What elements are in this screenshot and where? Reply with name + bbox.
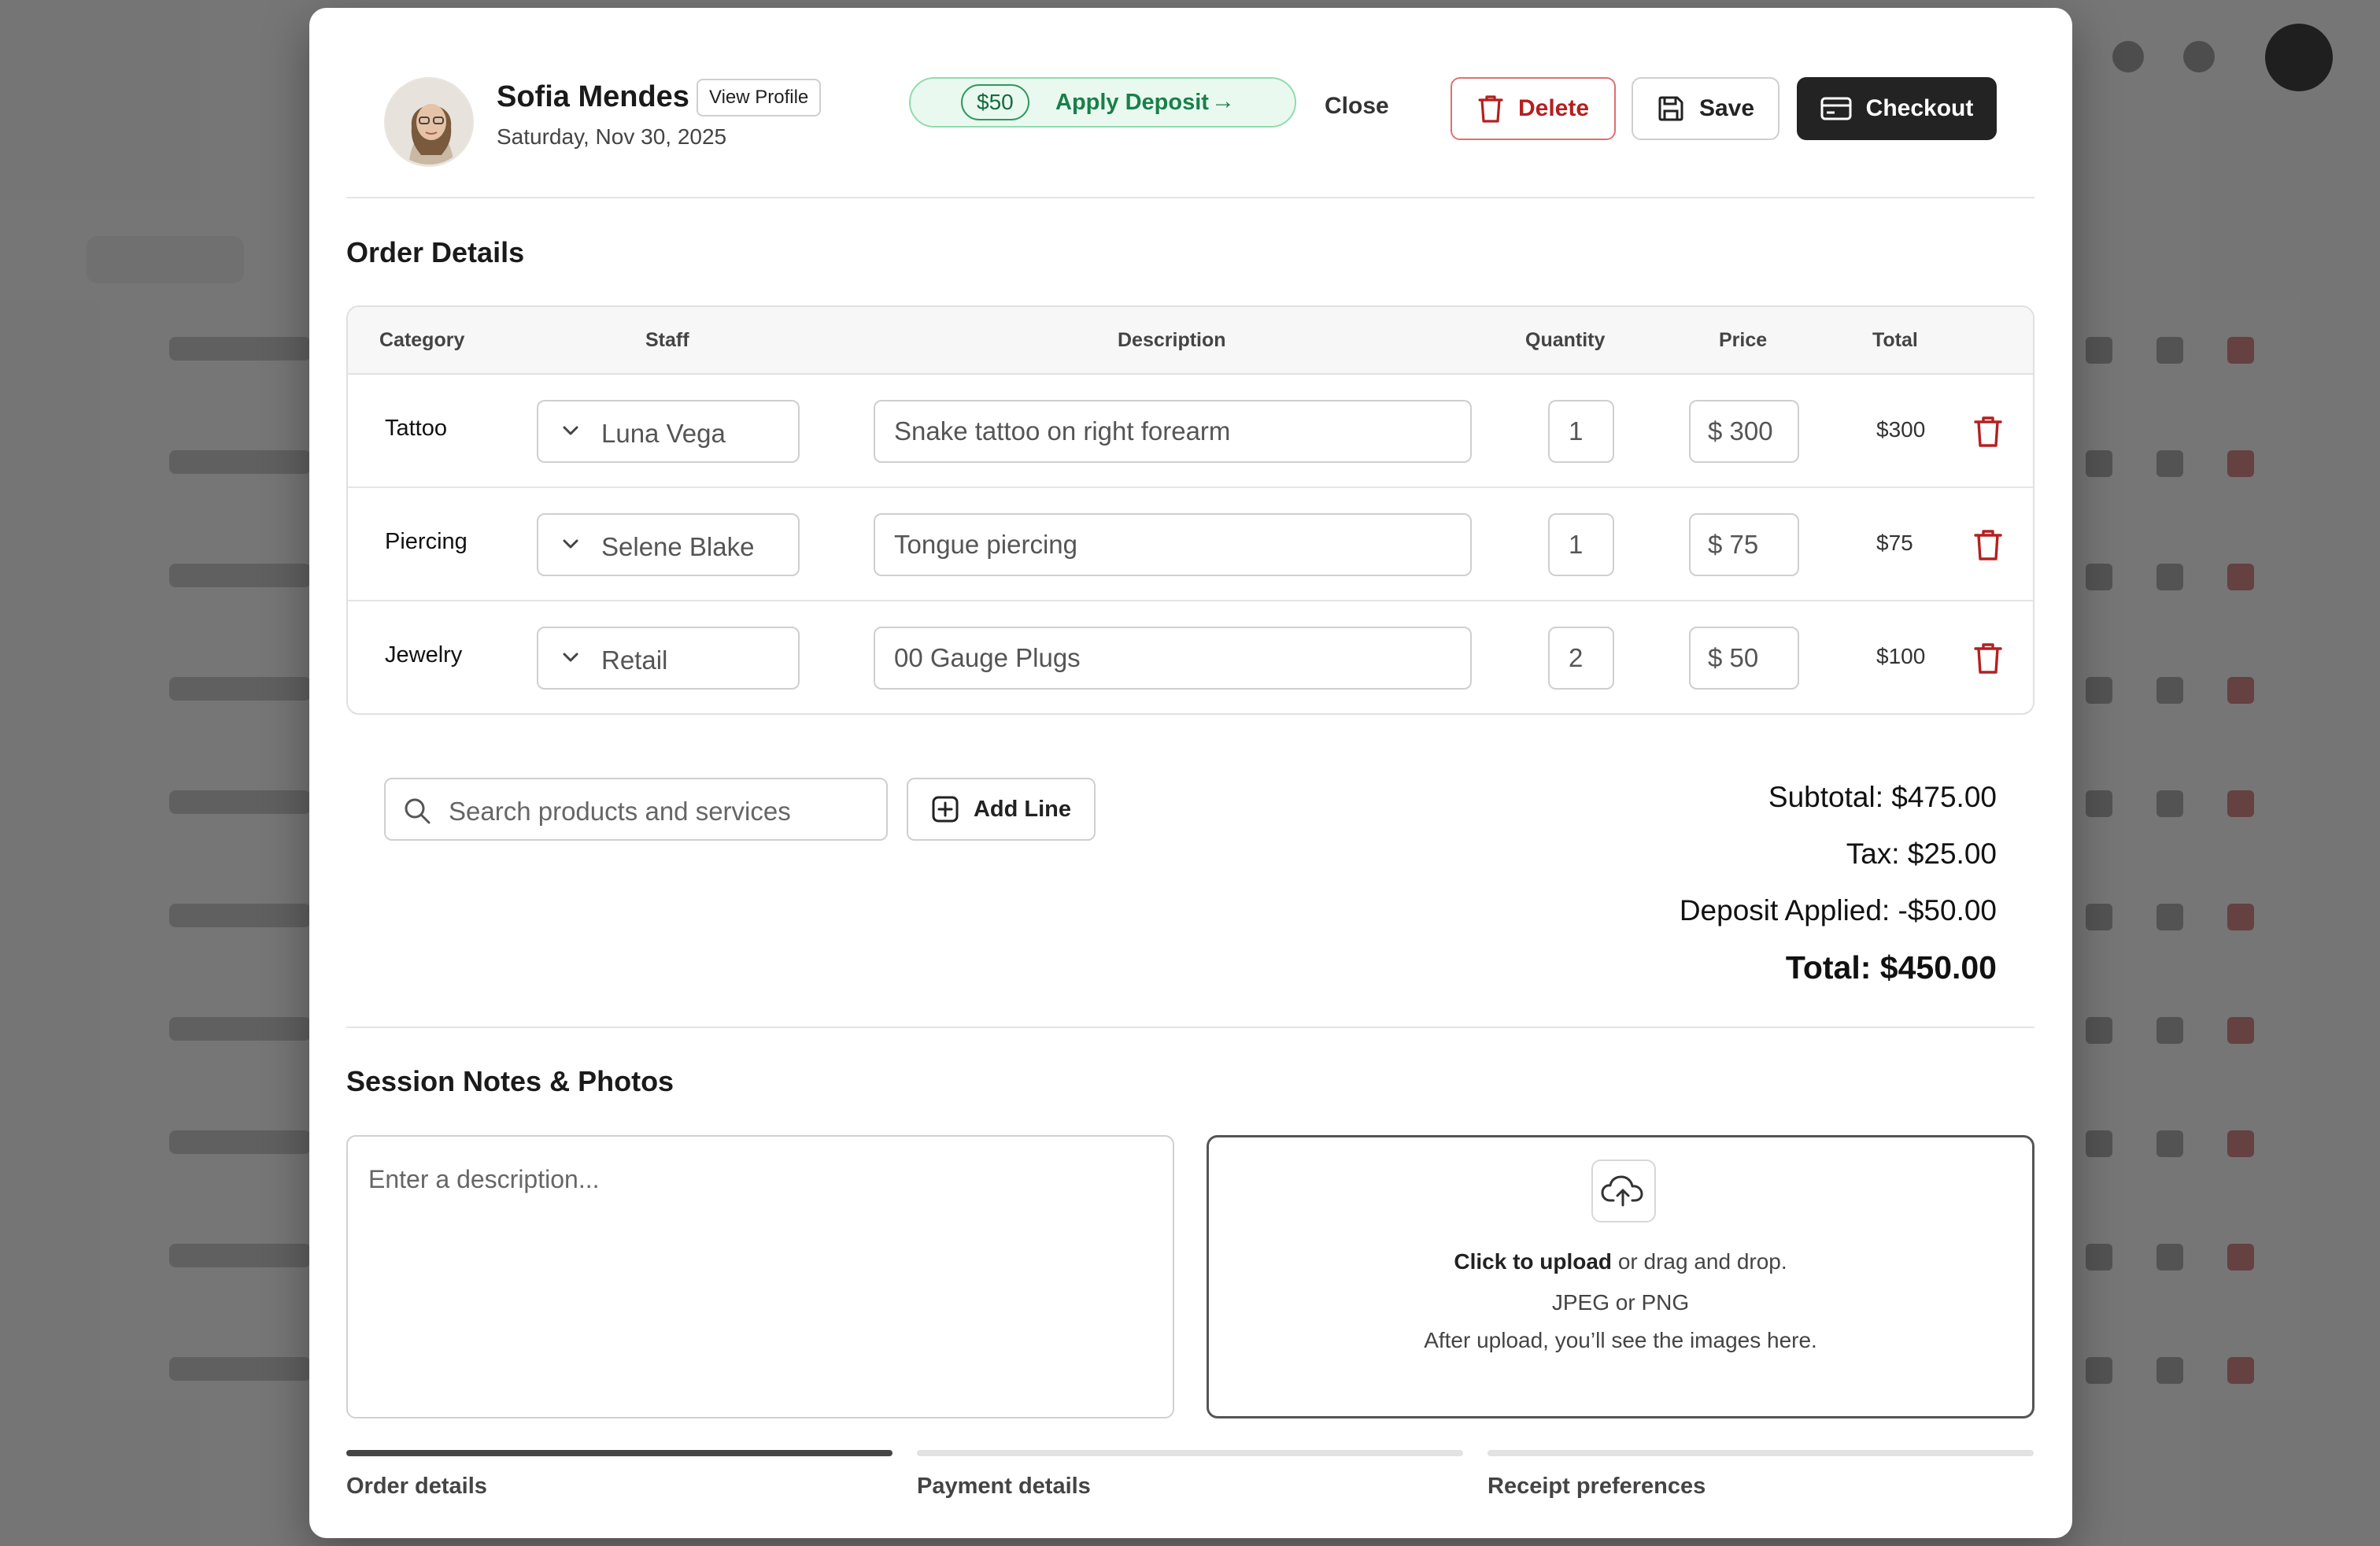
column-header-quantity: Quantity	[1525, 329, 1606, 351]
delete-label: Delete	[1517, 95, 1590, 121]
staff-select-value: Retail	[601, 645, 668, 675]
trash-icon[interactable]	[1972, 414, 2004, 449]
column-header-total: Total	[1872, 329, 1918, 351]
step-progress-bar	[1488, 1450, 2034, 1456]
save-button[interactable]: Save	[1632, 77, 1779, 140]
close-button[interactable]: Close	[1325, 93, 1389, 120]
step-label: Payment details	[917, 1474, 1091, 1499]
customer-name: Sofia Mendes	[497, 80, 689, 113]
order-lines-table: Category Staff Description Quantity Pric…	[346, 305, 2034, 715]
staff-select-value: Luna Vega	[601, 419, 726, 448]
upload-instructions: Click to upload or drag and drop.	[1209, 1249, 2032, 1274]
chevron-down-icon	[563, 426, 578, 435]
step-label: Receipt preferences	[1488, 1474, 1706, 1499]
search-icon	[405, 798, 431, 824]
staff-select[interactable]: Luna Vega	[537, 400, 800, 463]
order-modal: Sofia Mendes View Profile Saturday, Nov …	[309, 8, 2072, 1538]
quantity-input[interactable]: 1	[1548, 513, 1614, 576]
save-label: Save	[1698, 95, 1755, 121]
add-line-button[interactable]: Add Line	[907, 778, 1096, 841]
staff-select[interactable]: Selene Blake	[537, 513, 800, 576]
header-divider	[346, 197, 2034, 198]
click-to-upload-link[interactable]: Click to upload	[1454, 1249, 1612, 1274]
customer-photo-icon	[386, 80, 471, 165]
session-description-textarea[interactable]: Enter a description...	[346, 1135, 1174, 1418]
checkout-button[interactable]: Checkout	[1797, 77, 1997, 140]
deposit-amount-badge: $50	[961, 84, 1029, 120]
search-placeholder: Search products and services	[449, 797, 791, 826]
column-header-description: Description	[1118, 329, 1226, 351]
table-row: Piercing Selene Blake Tongue piercing 1 …	[348, 488, 2033, 601]
step-order-details[interactable]: Order details	[346, 1450, 893, 1500]
trash-icon[interactable]	[1972, 641, 2004, 675]
summary-divider	[346, 1026, 2034, 1028]
floppy-disk-icon	[1658, 96, 1683, 121]
order-details-title: Order Details	[346, 236, 525, 268]
price-input[interactable]: $ 75	[1689, 513, 1799, 576]
price-input[interactable]: $ 50	[1689, 627, 1799, 690]
chevron-down-icon	[563, 653, 578, 662]
delete-button[interactable]: Delete	[1451, 77, 1616, 140]
staff-select[interactable]: Retail	[537, 627, 800, 690]
chevron-down-icon	[563, 539, 578, 549]
price-input[interactable]: $ 300	[1689, 400, 1799, 463]
upload-icon-frame	[1591, 1160, 1656, 1222]
credit-card-icon	[1820, 97, 1852, 120]
table-row: Jewelry Retail 00 Gauge Plugs 2 $ 50 $10…	[348, 601, 2033, 713]
description-placeholder: Enter a description...	[368, 1165, 600, 1193]
customer-avatar	[384, 77, 474, 167]
step-label: Order details	[346, 1474, 487, 1499]
subtotal-text: Subtotal: $475.00	[1768, 781, 1997, 813]
quantity-input[interactable]: 1	[1548, 400, 1614, 463]
session-notes-title: Session Notes & Photos	[346, 1065, 674, 1097]
line-total: $300	[1876, 417, 1926, 442]
appointment-date: Saturday, Nov 30, 2025	[497, 124, 727, 149]
quantity-input[interactable]: 2	[1548, 627, 1614, 690]
checkout-label: Checkout	[1865, 95, 1974, 121]
trash-icon[interactable]	[1972, 527, 2004, 562]
view-profile-button[interactable]: View Profile	[697, 79, 822, 117]
add-line-label: Add Line	[973, 796, 1072, 822]
plus-square-icon	[932, 796, 959, 823]
upload-hint: After upload, you’ll see the images here…	[1424, 1328, 1817, 1352]
grand-total-text: Total: $450.00	[1785, 949, 1997, 986]
step-payment-details[interactable]: Payment details	[917, 1450, 1463, 1500]
column-header-category: Category	[379, 329, 465, 351]
apply-deposit-button[interactable]: $50 Apply Deposit →	[909, 77, 1296, 128]
step-progress-bar	[917, 1450, 1463, 1456]
line-total: $100	[1876, 644, 1926, 668]
arrow-right-icon: →	[1211, 88, 1235, 114]
column-header-staff: Staff	[645, 329, 689, 351]
apply-deposit-label: Apply Deposit	[1055, 90, 1209, 115]
step-progress-bar	[346, 1450, 893, 1456]
description-input[interactable]: Tongue piercing	[874, 513, 1472, 576]
description-input[interactable]: 00 Gauge Plugs	[874, 627, 1472, 690]
tax-text: Tax: $25.00	[1846, 838, 1997, 870]
description-input[interactable]: Snake tattoo on right forearm	[874, 400, 1472, 463]
upload-instructions-rest: or drag and drop.	[1612, 1249, 1787, 1274]
photo-upload-dropzone[interactable]: Click to upload or drag and drop. JPEG o…	[1207, 1135, 2034, 1418]
line-total: $75	[1876, 531, 1913, 555]
column-header-price: Price	[1719, 329, 1768, 351]
product-search-input[interactable]: Search products and services	[384, 778, 888, 841]
table-header: Category Staff Description Quantity Pric…	[348, 307, 2033, 375]
staff-select-value: Selene Blake	[601, 532, 755, 561]
deposit-applied-text: Deposit Applied: -$50.00	[1679, 894, 1997, 926]
cloud-upload-icon	[1601, 1175, 1643, 1207]
line-category: Jewelry	[385, 642, 463, 668]
trash-icon	[1478, 95, 1503, 123]
step-receipt-preferences[interactable]: Receipt preferences	[1488, 1450, 2034, 1500]
line-category: Tattoo	[385, 416, 447, 441]
line-category: Piercing	[385, 529, 468, 554]
upload-formats: JPEG or PNG	[1551, 1290, 1690, 1315]
table-row: Tattoo Luna Vega Snake tattoo on right f…	[348, 375, 2033, 488]
